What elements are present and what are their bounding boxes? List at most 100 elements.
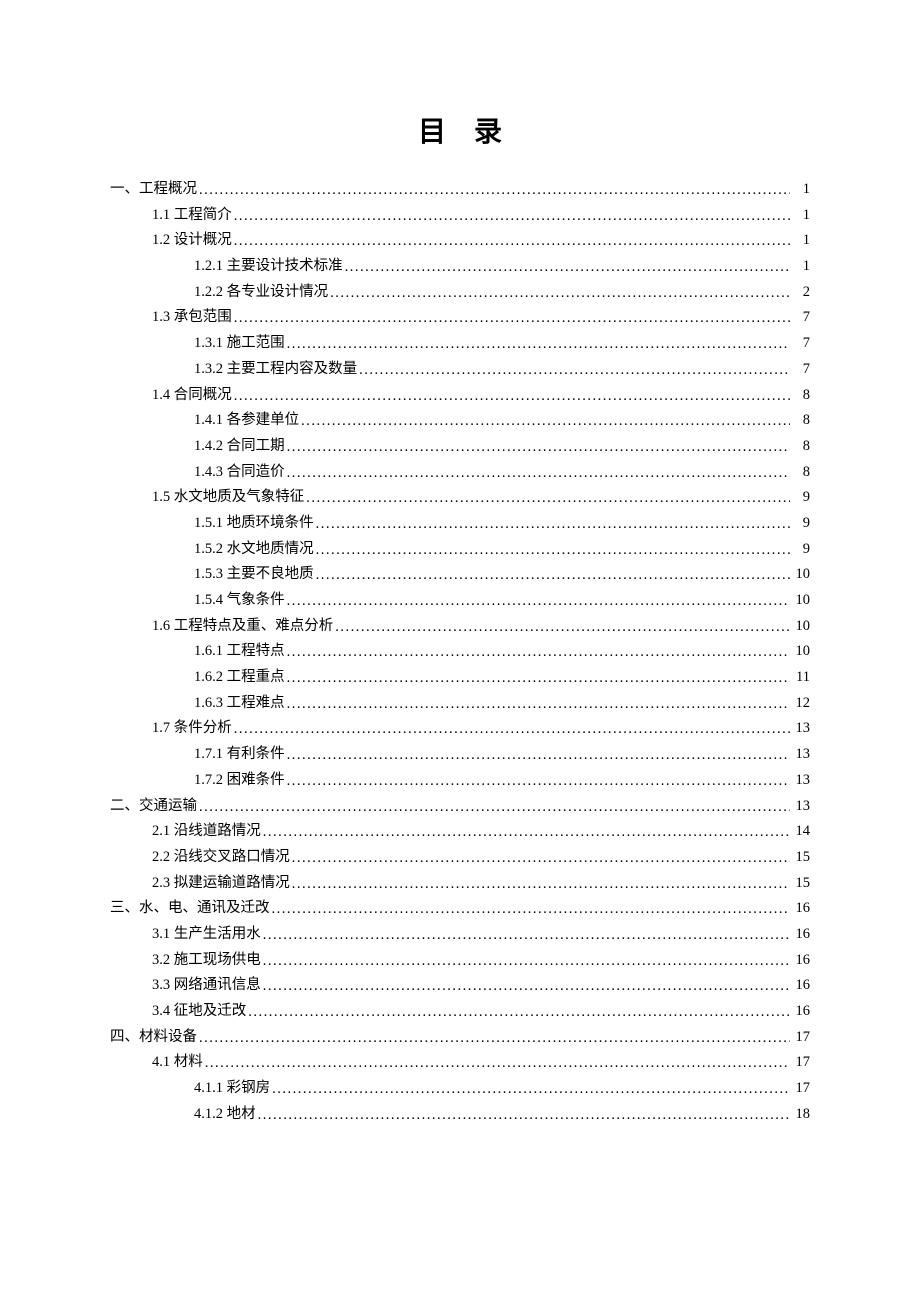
toc-entry-label: 1.3.1 施工范围 <box>194 336 285 351</box>
toc-entry: 四、材料设备 17 <box>110 1030 810 1045</box>
toc-entry: 1.7.1 有利条件13 <box>110 747 810 762</box>
toc-entry-label: 1.5 水文地质及气象特征 <box>152 490 304 505</box>
toc-entry-page: 16 <box>792 1004 810 1019</box>
toc-leader-dots <box>263 979 790 994</box>
toc-entry-page: 13 <box>792 799 810 814</box>
toc-entry-label: 1.4.1 各参建单位 <box>194 413 299 428</box>
toc-entry-label: 1.7.2 困难条件 <box>194 773 285 788</box>
toc-entry-page: 1 <box>792 259 810 274</box>
toc-leader-dots <box>234 311 790 326</box>
toc-leader-dots <box>272 902 791 917</box>
toc-entry-page: 2 <box>792 285 810 300</box>
toc-leader-dots <box>359 363 790 378</box>
toc-leader-dots <box>199 1031 790 1046</box>
toc-entry: 1.4.2 合同工期8 <box>110 439 810 454</box>
toc-entry-page: 1 <box>792 208 810 223</box>
toc-entry-page: 7 <box>792 336 810 351</box>
toc-leader-dots <box>316 568 790 583</box>
toc-entry-label: 1.6 工程特点及重、难点分析 <box>152 619 333 634</box>
toc-entry-label: 1.6.2 工程重点 <box>194 670 285 685</box>
toc-entry: 3.4 征地及迁改 16 <box>110 1004 810 1019</box>
toc-entry: 2.1 沿线道路情况14 <box>110 824 810 839</box>
toc-entry-label: 1.4.2 合同工期 <box>194 439 285 454</box>
toc-entry-label: 3.1 生产生活用水 <box>152 927 261 942</box>
toc-entry: 1.5.1 地质环境条件9 <box>110 516 810 531</box>
toc-leader-dots <box>258 1108 790 1123</box>
toc-entry: 1.2.1 主要设计技术标准 1 <box>110 259 810 274</box>
toc-entry-page: 17 <box>792 1030 810 1045</box>
toc-entry-page: 16 <box>792 901 810 916</box>
toc-leader-dots <box>287 697 790 712</box>
toc-entry: 4.1.1 彩钢房 17 <box>110 1081 810 1096</box>
toc-entry-label: 3.4 征地及迁改 <box>152 1004 246 1019</box>
toc-entry-label: 1.6.3 工程难点 <box>194 696 285 711</box>
toc-entry: 1.3 承包范围7 <box>110 310 810 325</box>
toc-entry: 1.6 工程特点及重、难点分析10 <box>110 619 810 634</box>
toc-entry-label: 1.2 设计概况 <box>152 233 232 248</box>
toc-entry-label: 3.2 施工现场供电 <box>152 953 261 968</box>
toc-leader-dots <box>205 1056 790 1071</box>
toc-entry: 1.7 条件分析 13 <box>110 721 810 736</box>
toc-entry: 1.3.1 施工范围 7 <box>110 336 810 351</box>
toc-leader-dots <box>345 260 790 275</box>
toc-leader-dots <box>234 389 790 404</box>
toc-entry-page: 15 <box>792 876 810 891</box>
toc-entry-label: 三、水、电、通讯及迁改 <box>110 901 270 916</box>
toc-entry-page: 8 <box>792 413 810 428</box>
toc-entry-label: 1.6.1 工程特点 <box>194 644 285 659</box>
toc-entry-label: 1.4.3 合同造价 <box>194 465 285 480</box>
toc-entry: 1.1 工程简介1 <box>110 208 810 223</box>
toc-entry-page: 7 <box>792 310 810 325</box>
toc-leader-dots <box>316 517 790 532</box>
toc-leader-dots <box>287 440 790 455</box>
toc-entry-label: 1.7 条件分析 <box>152 721 232 736</box>
toc-entry: 1.6.1 工程特点 10 <box>110 644 810 659</box>
toc-entry-page: 17 <box>792 1055 810 1070</box>
toc-entry-page: 17 <box>792 1081 810 1096</box>
toc-leader-dots <box>263 954 790 969</box>
toc-leader-dots <box>199 183 790 198</box>
toc-leader-dots <box>287 748 790 763</box>
toc-entry-label: 4.1.1 彩钢房 <box>194 1081 270 1096</box>
toc-entry: 1.5.4 气象条件10 <box>110 593 810 608</box>
toc-leader-dots <box>330 286 790 301</box>
toc-entry: 1.3.2 主要工程内容及数量 7 <box>110 362 810 377</box>
toc-entry-label: 1.2.1 主要设计技术标准 <box>194 259 343 274</box>
toc-entry-label: 4.1.2 地材 <box>194 1107 256 1122</box>
toc-entry-label: 二、交通运输 <box>110 799 197 814</box>
toc-entry-page: 10 <box>792 593 810 608</box>
toc-entry: 1.6.2 工程重点11 <box>110 670 810 685</box>
toc-entry-page: 14 <box>792 824 810 839</box>
toc-entry-label: 2.3 拟建运输道路情况 <box>152 876 290 891</box>
toc-entry-page: 7 <box>792 362 810 377</box>
toc-entry-label: 1.2.2 各专业设计情况 <box>194 285 328 300</box>
toc-leader-dots <box>287 671 790 686</box>
toc-entry: 二、交通运输 13 <box>110 799 810 814</box>
toc-entry-page: 8 <box>792 388 810 403</box>
toc-leader-dots <box>292 851 790 866</box>
toc-leader-dots <box>272 1082 790 1097</box>
toc-entry-page: 12 <box>792 696 810 711</box>
toc-entry-page: 1 <box>792 182 810 197</box>
toc-entry-page: 9 <box>792 542 810 557</box>
toc-entry-page: 16 <box>792 978 810 993</box>
toc-leader-dots <box>234 234 790 249</box>
toc-entry: 1.4 合同概况8 <box>110 388 810 403</box>
toc-entry-page: 13 <box>792 721 810 736</box>
toc-leader-dots <box>287 337 790 352</box>
toc-entry-page: 9 <box>792 516 810 531</box>
toc-leader-dots <box>287 774 790 789</box>
toc-entry-label: 1.3.2 主要工程内容及数量 <box>194 362 357 377</box>
toc-entry: 3.1 生产生活用水 16 <box>110 927 810 942</box>
toc-entry: 一、工程概况1 <box>110 182 810 197</box>
toc-entry-page: 16 <box>792 927 810 942</box>
toc-entry: 3.3 网络通讯信息 16 <box>110 978 810 993</box>
toc-entry-label: 四、材料设备 <box>110 1030 197 1045</box>
toc-leader-dots <box>292 877 790 892</box>
toc-entry: 1.5 水文地质及气象特征9 <box>110 490 810 505</box>
toc-entry-page: 13 <box>792 773 810 788</box>
toc-entry: 4.1.2 地材18 <box>110 1107 810 1122</box>
toc-entry-page: 10 <box>792 644 810 659</box>
toc-entry-label: 3.3 网络通讯信息 <box>152 978 261 993</box>
toc-entry-label: 1.5.2 水文地质情况 <box>194 542 314 557</box>
